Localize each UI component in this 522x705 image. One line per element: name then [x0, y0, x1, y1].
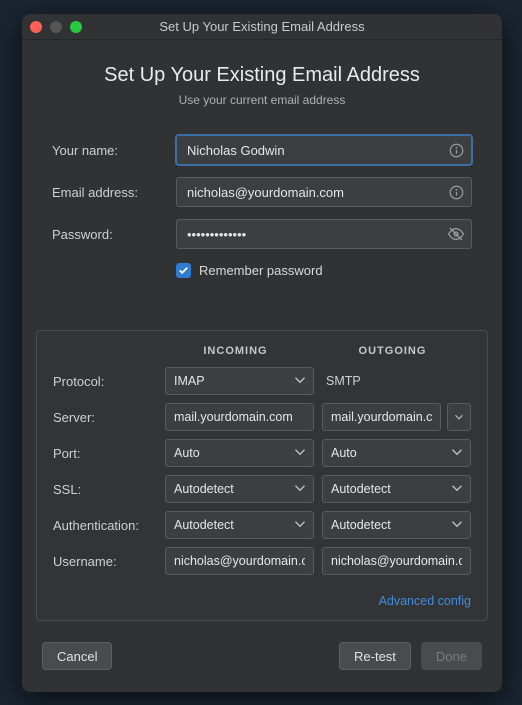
identity-form: Your name: Email address: [22, 125, 502, 278]
incoming-header: INCOMING [157, 345, 314, 357]
name-label: Your name: [52, 143, 176, 158]
email-label: Email address: [52, 185, 176, 200]
password-label: Password: [52, 227, 176, 242]
chevron-down-icon [291, 515, 309, 536]
username-label: Username: [53, 554, 157, 569]
chevron-down-icon [291, 479, 309, 500]
incoming-auth-select[interactable]: Autodetect [165, 511, 314, 539]
outgoing-ssl-select[interactable]: Autodetect [322, 475, 471, 503]
page-subtitle: Use your current email address [42, 93, 482, 107]
remember-checkbox[interactable] [176, 263, 191, 278]
dialog-window: Set Up Your Existing Email Address Set U… [22, 14, 502, 692]
content-area: Set Up Your Existing Email Address Use y… [22, 40, 502, 692]
incoming-ssl-select[interactable]: Autodetect [165, 475, 314, 503]
chevron-down-icon [291, 371, 309, 392]
incoming-server-input[interactable] [165, 403, 314, 431]
outgoing-protocol-value: SMTP [322, 367, 471, 395]
server-label: Server: [53, 410, 157, 425]
email-input[interactable] [176, 177, 472, 207]
close-icon[interactable] [30, 21, 42, 33]
outgoing-server-dropdown[interactable] [447, 403, 471, 431]
outgoing-port-select[interactable]: Auto [322, 439, 471, 467]
outgoing-header: OUTGOING [314, 345, 471, 357]
server-settings: INCOMING OUTGOING Protocol: IMAP SMTP Se… [36, 330, 488, 621]
eye-off-icon[interactable] [448, 226, 464, 242]
name-input[interactable] [176, 135, 472, 165]
page-header: Set Up Your Existing Email Address Use y… [22, 40, 502, 125]
remember-label: Remember password [199, 263, 323, 278]
incoming-username-input[interactable] [165, 547, 314, 575]
zoom-icon[interactable] [70, 21, 82, 33]
outgoing-auth-select[interactable]: Autodetect [322, 511, 471, 539]
chevron-down-icon [448, 515, 466, 536]
ssl-label: SSL: [53, 482, 157, 497]
authentication-label: Authentication: [53, 518, 157, 533]
chevron-down-icon [448, 479, 466, 500]
advanced-config-link[interactable]: Advanced config [379, 594, 471, 608]
window-controls [30, 21, 82, 33]
window-title: Set Up Your Existing Email Address [22, 19, 502, 34]
incoming-port-select[interactable]: Auto [165, 439, 314, 467]
chevron-down-icon [448, 443, 466, 464]
done-button: Done [421, 642, 482, 670]
cancel-button[interactable]: Cancel [42, 642, 112, 670]
protocol-label: Protocol: [53, 374, 157, 389]
outgoing-username-input[interactable] [322, 547, 471, 575]
outgoing-server-input[interactable] [322, 403, 441, 431]
info-icon[interactable] [448, 142, 464, 158]
info-icon[interactable] [448, 184, 464, 200]
incoming-protocol-select[interactable]: IMAP [165, 367, 314, 395]
titlebar: Set Up Your Existing Email Address [22, 14, 502, 40]
retest-button[interactable]: Re-test [339, 642, 411, 670]
page-title: Set Up Your Existing Email Address [42, 64, 482, 87]
minimize-icon [50, 21, 62, 33]
password-input[interactable] [176, 219, 472, 249]
chevron-down-icon [291, 443, 309, 464]
port-label: Port: [53, 446, 157, 461]
dialog-footer: Cancel Re-test Done [22, 624, 502, 692]
